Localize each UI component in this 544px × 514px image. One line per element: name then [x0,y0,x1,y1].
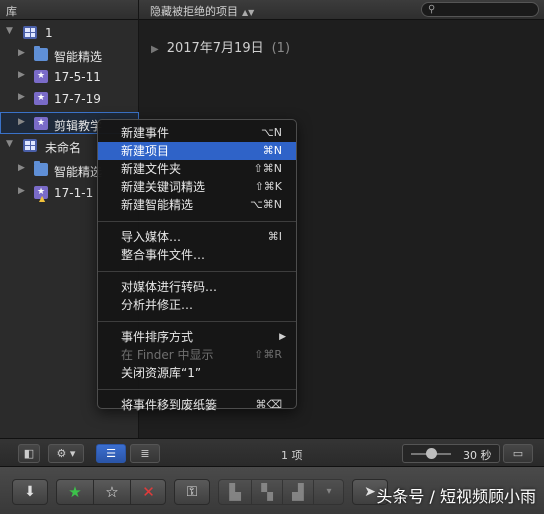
menu-item-move-event-to-trash[interactable]: 将事件移到废纸篓 ⌘⌫ [98,396,296,414]
list-view-icon: ≣ [140,447,150,460]
menu-shortcut: ⇧⌘R [254,348,282,361]
append-clip-button[interactable]: ▟ [282,480,313,504]
disclosure-closed-icon[interactable]: ▶ [18,48,25,58]
star-event-icon: ★ [34,70,48,83]
favorite-button[interactable]: ★ [57,480,93,504]
library-name: 1 [45,26,53,40]
filmstrip-icon: ☰ [106,447,116,460]
menu-item-new-folder[interactable]: 新建文件夹 ⇧⌘N [98,160,296,178]
menu-shortcut: ⌘N [262,144,282,157]
keyword-button[interactable]: ⚿ [174,479,210,505]
menu-item-import-media[interactable]: 导入媒体… ⌘I [98,228,296,246]
menu-shortcut: ⇧⌘K [254,180,282,193]
sidebar-item-label: 17-7-19 [54,92,101,106]
menu-shortcut: ⌥⌘N [250,198,282,211]
sidebar-toggle-icon: ◧ [23,447,35,460]
download-arrow-icon: ⬇ [24,484,36,500]
disclosure-closed-icon[interactable]: ▶ [18,70,25,80]
insert-clip-button[interactable]: ▚ [251,480,282,504]
menu-separator [98,271,296,272]
libraries-title: 库 [6,5,17,18]
menu-item-analyze-and-fix[interactable]: 分析并修正… [98,296,296,314]
menu-item-new-project[interactable]: 新建项目 ⌘N [98,142,296,160]
date-group-header[interactable]: ▶ 2017年7月19日 (1) [151,37,290,56]
menu-shortcut: ⌘⌫ [255,398,282,411]
menu-item-new-keyword-collection[interactable]: 新建关键词精选 ⇧⌘K [98,178,296,196]
menu-separator [98,221,296,222]
menu-item-sort-events-by[interactable]: 事件排序方式 ▶ [98,328,296,346]
search-field[interactable]: ⚲ [421,2,539,17]
star-event-icon: ★ [34,117,48,130]
toggle-sidebar-button[interactable]: ◧ [18,444,40,463]
submenu-arrow-icon: ▶ [279,332,286,342]
sidebar-item-smart-collections[interactable]: ▶ 智能精选 [0,44,139,66]
clip-filter-popup[interactable]: 隐藏被拒绝的项目 ▲▼ [150,3,254,19]
clip-appearance-button[interactable]: ▭ [503,444,533,463]
folder-icon [34,161,48,176]
app-toolbar: ⬇ ★ ☆ ✕ ⚿ ▙ ▚ ▟ ▾ ➤ 头条号 / 短视频顾小雨 [0,467,544,514]
edit-options-button[interactable]: ▾ [313,480,343,504]
menu-item-consolidate-event-files[interactable]: 整合事件文件… [98,246,296,264]
filmstrip-view-button[interactable]: ☰ [96,444,126,463]
menu-item-reveal-in-finder: 在 Finder 中显示 ⇧⌘R [121,348,282,362]
warning-icon: ▲ [39,194,46,203]
import-button[interactable]: ⬇ [12,479,48,505]
library-icon [23,139,37,152]
browser-header: 库 隐藏被拒绝的项目 ▲▼ ⚲ [0,0,544,20]
menu-shortcut: ⌥N [261,126,282,139]
search-icon: ⚲ [428,4,436,15]
filmstrip-appearance-icon: ▭ [512,447,524,460]
menu-item-new-smart-collection[interactable]: 新建智能精选 ⌥⌘N [98,196,296,214]
library-row-1[interactable]: ▼ 1 [0,22,139,44]
sidebar-item-label: 17-1-1 [54,186,94,200]
sidebar-item-label: 17-5-11 [54,70,101,84]
context-menu: 新建事件 ⌥N 新建项目 ⌘N 新建文件夹 ⇧⌘N 新建关键词精选 ⇧⌘K 新建智能精选… [97,119,297,412]
list-view-button[interactable]: ≣ [130,444,160,463]
updown-arrows-icon: ▲▼ [242,8,255,17]
clip-zoom-control[interactable]: 30 秒 [402,444,500,463]
clip-filter-label: 隐藏被拒绝的项目 [150,5,238,18]
sidebar-item-label: 智能精选 [54,165,103,179]
folder-icon [34,46,48,61]
star-event-icon: ★ [34,92,48,105]
reject-button[interactable]: ✕ [130,480,165,504]
watermark-text: 头条号 / 短视频顾小雨 [376,487,536,506]
menu-shortcut: ⇧⌘N [253,162,282,175]
disclosure-closed-icon[interactable]: ▶ [18,117,25,127]
sidebar-item-event[interactable]: ▶ ★ 17-7-19 [0,88,139,110]
connect-clip-button[interactable]: ▙ [219,480,251,504]
rating-buttons: ★ ☆ ✕ [56,479,166,505]
sidebar-item-label: 剪辑教学 [54,119,103,133]
menu-item-transcode-media[interactable]: 对媒体进行转码… [98,278,296,296]
menu-item-new-event[interactable]: 新建事件 ⌥N [98,124,296,142]
unrate-button[interactable]: ☆ [93,480,130,504]
sidebar-item-event[interactable]: ▶ ★ 17-5-11 [0,66,139,88]
clip-duration-label: 30 秒 [463,449,492,462]
disclosure-closed-icon[interactable]: ▶ [18,163,25,173]
key-icon: ⚿ [186,484,198,500]
zoom-slider-knob[interactable] [426,448,437,459]
disclosure-closed-icon[interactable]: ▶ [18,92,25,102]
gear-icon: ⚙ ▾ [56,447,76,460]
arrow-pointer-icon: ➤ [364,484,376,500]
action-menu-button[interactable]: ⚙ ▾ [48,444,84,463]
disclosure-open-icon[interactable]: ▼ [6,26,13,36]
disclosure-closed-icon[interactable]: ▶ [18,186,25,196]
star-event-icon: ★ ▲ [34,186,48,203]
date-group-count: (1) [271,41,291,56]
browser-bottom-bar: ◧ ⚙ ▾ ☰ ≣ 1 项 30 秒 ▭ [0,438,544,467]
library-name: 未命名 [45,141,82,155]
menu-separator [98,321,296,322]
menu-shortcut: ⌘I [267,230,282,243]
sidebar-item-label: 智能精选 [54,50,103,64]
menu-item-close-library[interactable]: 关闭资源库“1” [98,364,296,382]
header-divider [138,0,139,20]
disclosure-open-icon[interactable]: ▼ [6,139,13,149]
menu-separator [98,389,296,390]
edit-buttons: ▙ ▚ ▟ ▾ [218,479,344,505]
date-group-label: 2017年7月19日 [166,41,264,56]
clip-count: 1 项 [281,449,303,462]
library-icon [23,26,37,39]
disclosure-closed-icon[interactable]: ▶ [151,44,159,55]
